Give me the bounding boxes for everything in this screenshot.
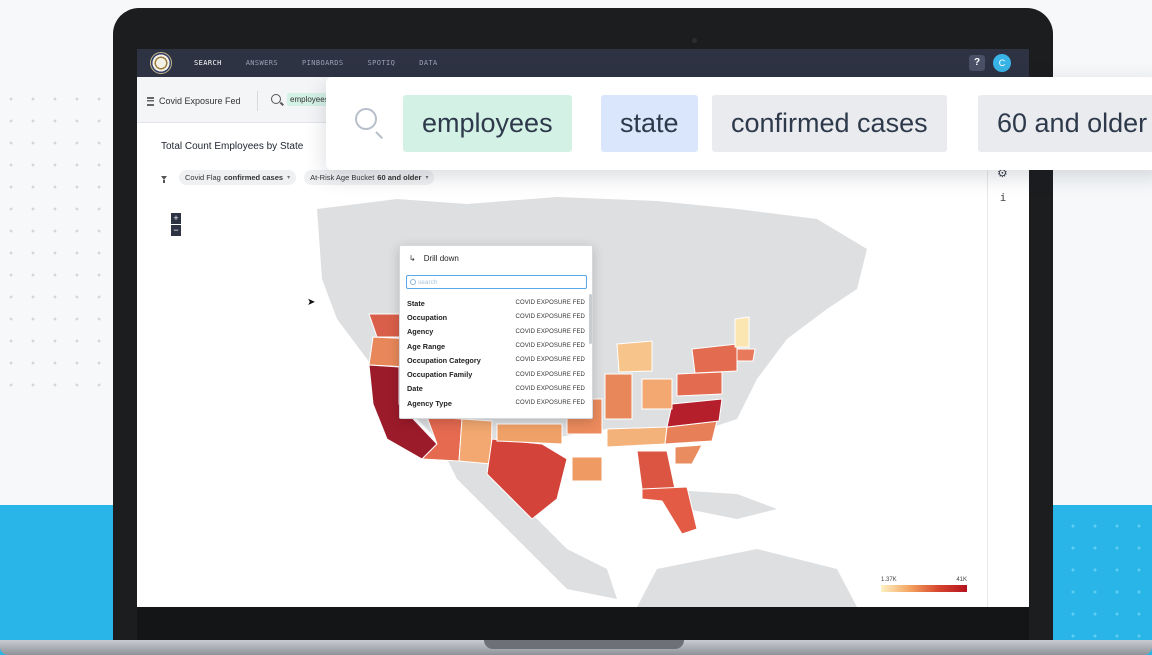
search-icon: [271, 94, 281, 104]
nav-tab-pinboards[interactable]: PINBOARDS: [302, 59, 344, 67]
search-token-60-and-older[interactable]: 60 and older: [978, 95, 1152, 152]
drill-item-source: COVID EXPOSURE FED: [515, 300, 585, 307]
filter-chip-label: Covid Flag: [185, 173, 221, 182]
drill-item-source: COVID EXPOSURE FED: [515, 314, 585, 321]
legend-max-label: 41K: [956, 577, 967, 583]
search-icon: [410, 279, 416, 285]
drill-down-header: ↳ Drill down: [409, 254, 459, 263]
drill-item-column: Date: [407, 384, 423, 394]
search-bar-callout: employees state confirmed cases 60 and o…: [326, 77, 1152, 170]
filter-icon: [161, 175, 167, 183]
zoom-out-button[interactable]: −: [171, 225, 181, 236]
drill-item-column: Occupation Family: [407, 370, 473, 380]
drill-down-icon: ↳: [409, 254, 416, 263]
state-florida: [641, 486, 698, 535]
nav-tab-answers[interactable]: ANSWERS: [246, 59, 278, 67]
answer-title: Total Count Employees by State: [161, 141, 304, 152]
drill-down-item[interactable]: Age Range COVID EXPOSURE FED: [407, 339, 585, 353]
laptop-chin: [137, 607, 1029, 640]
drill-item-source: COVID EXPOSURE FED: [515, 371, 585, 378]
state-ohio: [641, 378, 673, 410]
drill-down-item[interactable]: Date COVID EXPOSURE FED: [407, 382, 585, 396]
search-token-confirmed-cases[interactable]: confirmed cases: [712, 95, 947, 152]
drill-down-popover: ↳ Drill down State COVID EXPOSURE FED Oc…: [399, 245, 593, 419]
drill-down-search: [406, 275, 587, 289]
legend-min-label: 1.37K: [881, 577, 897, 583]
map-zoom-control: + −: [171, 213, 181, 237]
drill-down-item[interactable]: Agency COVID EXPOSURE FED: [407, 325, 585, 339]
top-nav: SEARCH ANSWERS PINBOARDS SPOTIQ DATA ? C: [137, 49, 1029, 77]
zoom-in-button[interactable]: +: [171, 213, 181, 224]
data-source-selector[interactable]: Covid Exposure Fed: [147, 91, 241, 111]
state-georgia: [636, 450, 676, 490]
state-maine: [734, 316, 750, 348]
drill-down-search-input[interactable]: [418, 278, 578, 286]
filter-chip-value: confirmed cases: [223, 173, 284, 182]
laptop-base-notch: [484, 640, 684, 649]
drill-down-item[interactable]: State COVID EXPOSURE FED: [407, 296, 585, 310]
drill-down-item[interactable]: Occupation Family COVID EXPOSURE FED: [407, 367, 585, 381]
mouse-cursor-icon: ➤: [307, 297, 316, 308]
state-tennessee: [606, 426, 668, 448]
drill-item-source: COVID EXPOSURE FED: [515, 357, 585, 364]
drill-down-title: Drill down: [423, 254, 459, 263]
legend-gradient-bar: [881, 585, 967, 592]
drill-item-column: Occupation Category: [407, 355, 481, 365]
state-illinois: [604, 373, 633, 420]
background-dot-grid-right: [1062, 515, 1152, 655]
state-new-mexico: [458, 418, 493, 465]
drill-item-column: Agency Type: [407, 398, 452, 408]
state-michigan: [616, 340, 653, 373]
search-token-state[interactable]: state: [601, 95, 698, 152]
color-scale-legend: 1.37K 41K: [881, 577, 967, 592]
search-icon: [355, 108, 377, 130]
nav-tabs: SEARCH ANSWERS PINBOARDS SPOTIQ DATA: [194, 59, 462, 67]
state-massachusetts: [736, 348, 756, 362]
drill-item-source: COVID EXPOSURE FED: [515, 385, 585, 392]
search-token-employees-small[interactable]: employees: [287, 93, 329, 106]
chevron-down-icon: ▾: [287, 175, 291, 181]
basemap-south-america: [637, 549, 857, 607]
user-avatar[interactable]: C: [993, 54, 1011, 72]
database-icon: [147, 96, 154, 106]
laptop-camera: [692, 38, 697, 43]
drill-item-column: Age Range: [407, 341, 446, 351]
background-dot-grid: [0, 88, 110, 388]
drill-item-column: Occupation: [407, 312, 448, 322]
info-icon[interactable]: i: [997, 192, 1009, 204]
filter-chip-value: 60 and older: [377, 173, 422, 182]
search-token-employees[interactable]: employees: [403, 95, 572, 152]
divider: [257, 91, 258, 111]
drill-item-source: COVID EXPOSURE FED: [515, 400, 585, 407]
drill-item-column: State: [407, 298, 425, 308]
help-button[interactable]: ?: [969, 55, 985, 71]
drill-item-source: COVID EXPOSURE FED: [515, 328, 585, 335]
right-rail-divider: [987, 159, 988, 607]
chevron-down-icon: ▾: [425, 175, 429, 181]
data-source-label: Covid Exposure Fed: [159, 96, 241, 106]
state-louisiana: [571, 456, 603, 482]
drill-down-list: State COVID EXPOSURE FED Occupation COVI…: [407, 296, 585, 410]
nav-tab-data[interactable]: DATA: [419, 59, 437, 67]
agency-seal-logo[interactable]: [150, 52, 172, 74]
drill-item-column: Agency: [407, 327, 434, 337]
drill-item-source: COVID EXPOSURE FED: [515, 343, 585, 350]
drill-down-item[interactable]: Agency Type COVID EXPOSURE FED: [407, 396, 585, 410]
state-new-york: [691, 343, 738, 374]
filter-chip-covid-flag[interactable]: Covid Flag confirmed cases ▾: [179, 170, 297, 185]
filter-chip-age-bucket[interactable]: At-Risk Age Bucket 60 and older ▾: [304, 170, 435, 185]
state-pennsylvania: [676, 371, 723, 397]
drill-down-item[interactable]: Occupation COVID EXPOSURE FED: [407, 310, 585, 324]
state-oklahoma: [496, 423, 563, 445]
drill-down-item[interactable]: Occupation Category COVID EXPOSURE FED: [407, 353, 585, 367]
state-south-carolina: [674, 444, 703, 465]
nav-tab-search[interactable]: SEARCH: [194, 59, 222, 67]
drill-down-scrollbar[interactable]: [589, 294, 592, 344]
filter-bar: Covid Flag confirmed cases ▾ At-Risk Age…: [161, 170, 442, 185]
filter-chip-label: At-Risk Age Bucket: [310, 173, 375, 182]
nav-tab-spotiq[interactable]: SPOTIQ: [368, 59, 396, 67]
